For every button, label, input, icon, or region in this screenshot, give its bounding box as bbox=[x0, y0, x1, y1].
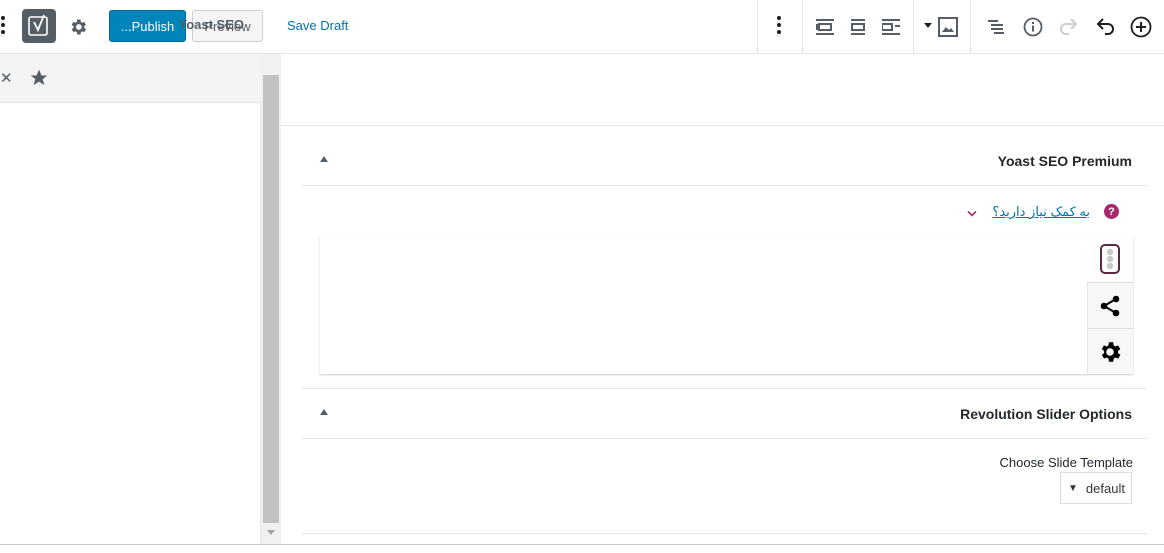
panel-divider bbox=[302, 533, 1147, 534]
block-type-dropdown-icon[interactable] bbox=[924, 23, 932, 28]
toolbar-separator bbox=[802, 0, 803, 54]
save-draft-link[interactable]: Save Draft bbox=[287, 18, 348, 33]
more-menu-icon[interactable] bbox=[777, 16, 781, 34]
align-center-icon[interactable] bbox=[845, 14, 871, 40]
tab-advanced[interactable] bbox=[1087, 328, 1133, 374]
add-block-icon[interactable] bbox=[1128, 14, 1154, 40]
yoast-logo-icon bbox=[28, 14, 48, 36]
help-question-icon[interactable]: ? bbox=[1104, 204, 1119, 219]
revslider-panel-title: Revolution Slider Options bbox=[960, 406, 1132, 422]
align-right-icon[interactable] bbox=[878, 14, 904, 40]
collapse-caret-icon[interactable] bbox=[320, 156, 328, 162]
yoast-sidebar-toggle-button[interactable] bbox=[22, 9, 56, 43]
traffic-light-icon bbox=[1100, 244, 1120, 274]
collapse-caret-icon[interactable] bbox=[320, 409, 328, 415]
more-menu-left-icon[interactable] bbox=[1, 16, 5, 34]
publish-button[interactable]: ...Publish bbox=[109, 10, 186, 42]
share-icon bbox=[1100, 295, 1120, 316]
window-bottom-border bbox=[0, 544, 1164, 545]
template-select-value: default bbox=[1085, 480, 1125, 496]
template-label: Choose Slide Template bbox=[999, 455, 1133, 470]
tab-social[interactable] bbox=[1087, 282, 1133, 328]
redo-icon[interactable] bbox=[1056, 14, 1082, 40]
tab-seo-analysis[interactable] bbox=[1087, 236, 1133, 282]
undo-icon[interactable] bbox=[1092, 14, 1118, 40]
sidebar-title: Yoast SEO bbox=[178, 17, 244, 32]
image-block-icon[interactable] bbox=[935, 14, 961, 40]
template-select[interactable]: ▼ default bbox=[1060, 472, 1132, 504]
toolbar-separator bbox=[757, 0, 758, 54]
chevron-down-icon[interactable] bbox=[967, 205, 977, 223]
star-icon[interactable] bbox=[29, 68, 49, 93]
toolbar-separator bbox=[913, 0, 914, 54]
sidebar-panel bbox=[0, 54, 261, 544]
yoast-panel-title: Yoast SEO Premium bbox=[997, 153, 1132, 169]
info-icon[interactable] bbox=[1020, 14, 1046, 40]
scrollbar-thumb[interactable] bbox=[263, 75, 279, 523]
document-outline-icon[interactable] bbox=[983, 14, 1009, 40]
align-wide-icon[interactable] bbox=[812, 14, 838, 40]
close-sidebar-icon[interactable]: ✕ bbox=[0, 69, 13, 87]
settings-gear-icon[interactable] bbox=[65, 14, 91, 40]
help-link[interactable]: به کمک نیاز دارید؟ bbox=[992, 204, 1090, 220]
select-arrow-icon: ▼ bbox=[1068, 482, 1078, 494]
yoast-metabox bbox=[320, 236, 1133, 374]
toolbar-separator bbox=[970, 0, 971, 54]
divider bbox=[281, 125, 1164, 126]
scroll-down-arrow-icon[interactable] bbox=[267, 530, 275, 535]
gear-icon bbox=[1101, 341, 1121, 362]
